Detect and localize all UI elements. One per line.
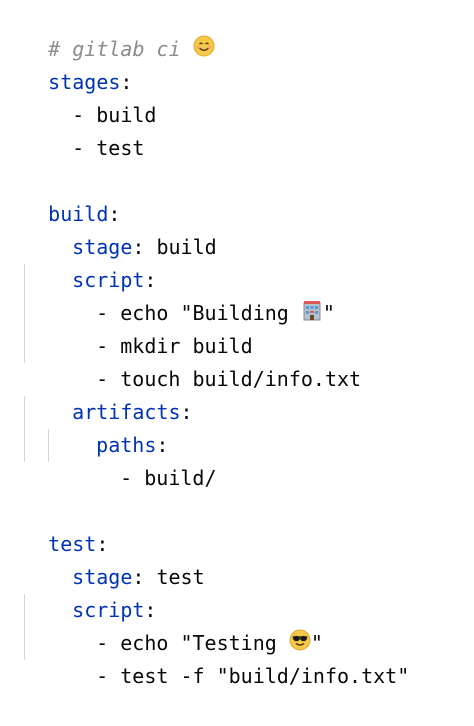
code-line: test:	[0, 495, 108, 556]
code-line: - test -f "build/info.txt"	[48, 627, 409, 688]
code-line: - echo "Building "	[48, 264, 335, 325]
code-line: build:	[0, 165, 120, 226]
code-line: stage: build	[24, 198, 217, 259]
code-line: stage: test	[24, 528, 204, 589]
yaml-list-item: - test -f "build/info.txt"	[96, 664, 410, 688]
hotel-building-icon	[301, 298, 323, 331]
code-line: - build	[24, 66, 156, 127]
code-line: - echo "Testing "	[48, 594, 323, 655]
code-line: paths:	[48, 396, 168, 457]
code-line: # gitlab ci	[0, 0, 215, 61]
code-line: artifacts:	[24, 363, 192, 424]
smiling-face-icon	[193, 34, 215, 67]
yaml-list-item: - test	[72, 136, 145, 160]
code-line: - test	[24, 99, 144, 160]
yaml-list-item: - build/	[120, 466, 217, 490]
yaml-string-close: "	[322, 301, 335, 325]
yaml-colon: :	[180, 400, 193, 424]
code-line: - build/	[72, 429, 216, 490]
code-line: script:	[24, 231, 156, 292]
code-editor[interactable]: # gitlab ci stages: - build - test build…	[0, 0, 474, 688]
code-line: stages:	[0, 33, 132, 94]
code-line: - touch build/info.txt	[48, 330, 361, 391]
code-line: - mkdir build	[48, 297, 253, 358]
code-line: script:	[24, 561, 156, 622]
